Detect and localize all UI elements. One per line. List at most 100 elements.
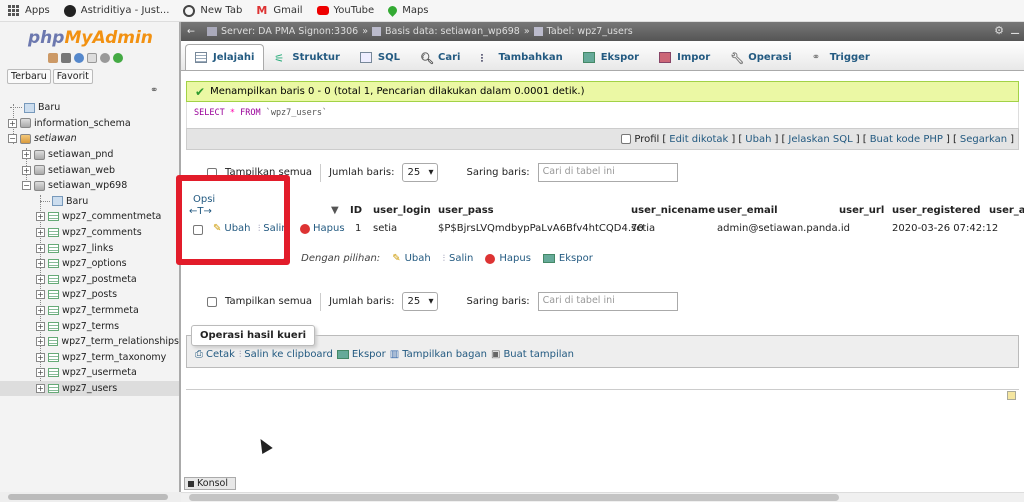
cell-user-registered[interactable]: 2020-03-26 07:42:12: [892, 223, 998, 234]
sidebar-scrollbar[interactable]: [0, 492, 181, 502]
tab-browse[interactable]: Jelajahi: [185, 44, 265, 70]
display-chart-link[interactable]: ▥ Tampilkan bagan: [390, 349, 487, 360]
tree-item-setiawan-group[interactable]: − setiawan: [0, 131, 179, 147]
console-toggle[interactable]: Konsol: [184, 477, 236, 490]
tree-item-table[interactable]: + wpz7_commentmeta: [0, 209, 179, 225]
bulk-edit-button[interactable]: ✎ Ubah: [392, 253, 431, 264]
cell-id[interactable]: 1: [355, 223, 361, 234]
tree-item-new-table[interactable]: Baru: [0, 194, 179, 210]
bookmark-github[interactable]: Astriditiya - Just...: [63, 4, 169, 17]
logout-icon[interactable]: [61, 53, 71, 63]
collapse-top-icon[interactable]: ⚊: [1010, 24, 1020, 37]
rows-select[interactable]: 25 ▾: [402, 163, 439, 182]
tree-item-new-db[interactable]: Baru: [0, 100, 179, 116]
expand-icon[interactable]: +: [36, 306, 45, 316]
home-icon[interactable]: [48, 53, 58, 63]
expand-icon[interactable]: +: [36, 212, 45, 222]
tab-structure[interactable]: ⚟ Struktur: [264, 44, 350, 70]
create-php-link[interactable]: Buat kode PHP: [870, 134, 943, 145]
tree-item-table[interactable]: + wpz7_links: [0, 240, 179, 256]
expand-icon[interactable]: +: [36, 337, 45, 347]
tree-item-table[interactable]: + wpz7_terms: [0, 318, 179, 334]
show-all-checkbox[interactable]: [207, 296, 217, 307]
tab-insert[interactable]: ⫶ Tambahkan: [470, 44, 572, 70]
edit-query-link[interactable]: Ubah: [745, 134, 771, 145]
bookmark-new-tab[interactable]: New Tab: [183, 4, 242, 17]
bookmark-youtube[interactable]: YouTube: [316, 5, 374, 16]
phpmyadmin-logo[interactable]: phpMyAdmin: [28, 28, 153, 48]
expand-icon[interactable]: +: [36, 274, 45, 284]
expand-icon[interactable]: +: [36, 368, 45, 378]
bookmark-maps[interactable]: Maps: [386, 4, 429, 17]
tab-sql[interactable]: SQL: [350, 44, 410, 70]
breadcrumb-table[interactable]: Tabel: wpz7_users: [547, 26, 633, 37]
scrollbar-thumb[interactable]: [8, 494, 168, 500]
cell-user-email[interactable]: admin@setiawan.panda.id: [717, 223, 850, 234]
filter-input[interactable]: Cari di tabel ini: [537, 163, 678, 182]
collapse-arrow-icon[interactable]: ←: [187, 26, 195, 37]
column-header-user-login[interactable]: user_login: [373, 205, 431, 220]
expand-icon[interactable]: +: [36, 352, 45, 362]
tab-recent[interactable]: Terbaru: [7, 69, 51, 84]
column-header-user-registered[interactable]: user_registered: [892, 205, 980, 220]
tab-export[interactable]: Ekspor: [573, 44, 649, 70]
expand-icon[interactable]: +: [22, 165, 31, 175]
filter-input[interactable]: Cari di tabel ini: [537, 292, 678, 311]
collapse-icon[interactable]: −: [22, 181, 31, 191]
column-header-user-pass[interactable]: user_pass: [438, 205, 494, 220]
scrollbar-thumb[interactable]: [189, 494, 839, 501]
expand-icon[interactable]: +: [22, 150, 31, 160]
tree-item-table[interactable]: + wpz7_comments: [0, 225, 179, 241]
tree-item-setiawan-wp698[interactable]: − setiawan_wp698: [0, 178, 179, 194]
settings-gear-icon[interactable]: [100, 53, 110, 63]
tree-item-table[interactable]: + wpz7_posts: [0, 287, 179, 303]
column-header-user-email[interactable]: user_email: [717, 205, 778, 220]
expand-icon[interactable]: +: [36, 321, 45, 331]
print-link[interactable]: ⎙ Cetak: [195, 349, 235, 360]
bulk-delete-button[interactable]: Hapus: [485, 253, 531, 264]
tree-item-table[interactable]: + wpz7_options: [0, 256, 179, 272]
row-delete-link[interactable]: Hapus: [300, 223, 345, 234]
profiling-checkbox[interactable]: [621, 134, 632, 144]
tab-triggers[interactable]: ⚭ Trigger: [802, 44, 880, 70]
docs-icon[interactable]: [87, 53, 97, 63]
tree-item-table[interactable]: + wpz7_usermeta: [0, 365, 179, 381]
tree-item-information-schema[interactable]: + information_schema: [0, 116, 179, 132]
expand-icon[interactable]: +: [36, 228, 45, 238]
export-link[interactable]: Ekspor: [336, 349, 386, 360]
tree-item-setiawan-pnd[interactable]: + setiawan_pnd: [0, 147, 179, 163]
column-header-user-activation[interactable]: user_ac: [989, 205, 1024, 220]
expand-icon[interactable]: +: [36, 383, 45, 393]
tab-operations[interactable]: 🔧︎ Operasi: [720, 44, 802, 70]
bulk-copy-button[interactable]: ⫶ Salin: [443, 253, 474, 264]
horizontal-scrollbar[interactable]: [181, 492, 1024, 502]
tab-favorite[interactable]: Favorit: [52, 69, 93, 84]
tab-import[interactable]: Impor: [649, 44, 720, 70]
bookmark-gmail[interactable]: M Gmail: [256, 4, 302, 17]
create-view-link[interactable]: ▣ Buat tampilan: [491, 349, 574, 360]
help-icon[interactable]: [74, 53, 84, 63]
tree-item-table[interactable]: + wpz7_termmeta: [0, 303, 179, 319]
tree-item-table[interactable]: + wpz7_term_taxonomy: [0, 350, 179, 366]
column-header-id[interactable]: ID: [350, 205, 362, 220]
refresh-link[interactable]: Segarkan: [960, 134, 1007, 145]
copy-clipboard-link[interactable]: ⫶ Salin ke clipboard: [239, 349, 333, 360]
cell-user-login[interactable]: setia: [373, 223, 397, 234]
tree-item-table[interactable]: + wpz7_postmeta: [0, 272, 179, 288]
column-header-user-url[interactable]: user_url: [839, 205, 884, 220]
breadcrumb-database[interactable]: Basis data: setiawan_wp698: [385, 26, 520, 37]
explain-sql-link[interactable]: Jelaskan SQL: [788, 134, 852, 145]
edit-inline-link[interactable]: Edit dikotak: [669, 134, 728, 145]
cell-user-pass[interactable]: $P$BjrsLVQmdbypPaLvA6Bfv4htCQD4.70: [438, 223, 644, 234]
tree-item-table-selected[interactable]: + wpz7_users: [0, 380, 179, 397]
settings-gear-icon[interactable]: ⚙: [994, 24, 1004, 37]
breadcrumb-server[interactable]: Server: DA PMA Signon:3306: [221, 26, 358, 37]
bookmark-note-icon[interactable]: [1007, 391, 1016, 400]
cell-user-nicename[interactable]: setia: [631, 223, 655, 234]
tree-item-table[interactable]: + wpz7_term_relationships: [0, 334, 179, 350]
reload-icon[interactable]: [113, 53, 123, 63]
expand-icon[interactable]: +: [36, 259, 45, 269]
collapse-icon[interactable]: −: [8, 134, 17, 144]
rows-select[interactable]: 25 ▾: [402, 292, 439, 311]
bookmark-apps[interactable]: Apps: [8, 4, 50, 17]
